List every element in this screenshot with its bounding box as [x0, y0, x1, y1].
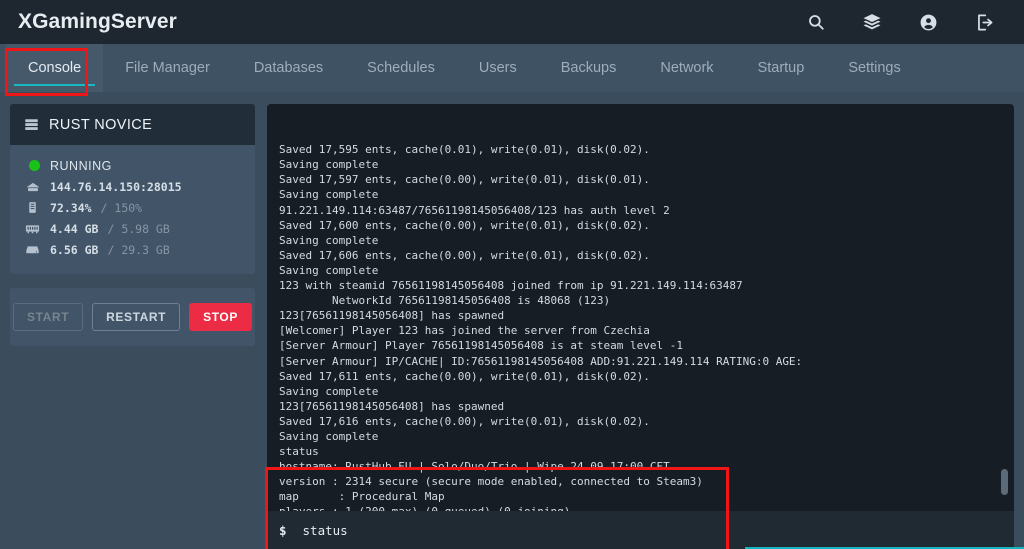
layers-icon[interactable]: [862, 12, 882, 32]
console-output[interactable]: Saved 17,595 ents, cache(0.01), write(0.…: [267, 104, 1014, 511]
tab-users-label: Users: [478, 60, 517, 76]
console-line: Saved 17,600 ents, cache(0.00), write(0.…: [279, 218, 650, 232]
server-status-label: RUNNING: [50, 158, 112, 173]
memory-usage-row: 4.44 GB / 5.98 GB: [24, 218, 241, 239]
server-sidebar: RUST NOVICE RUNNING 144.76.14.150:28015: [10, 104, 255, 549]
console-line: players : 1 (200 max) (0 queued) (0 join…: [279, 504, 1002, 511]
tab-databases-label: Databases: [253, 60, 324, 76]
console-line: Saved 17,606 ents, cache(0.00), write(0.…: [279, 248, 650, 262]
start-button[interactable]: START: [13, 303, 84, 331]
tab-schedules-label: Schedules: [367, 60, 435, 76]
app-header: XGamingServer: [0, 0, 1024, 44]
console-line: Saving complete: [279, 188, 379, 202]
cpu-usage-row: 72.34% / 150%: [24, 197, 241, 218]
tab-console[interactable]: Console: [6, 44, 104, 92]
disk-usage-limit: / 29.3 GB: [107, 242, 170, 257]
tab-schedules[interactable]: Schedules: [345, 44, 457, 92]
tab-startup-label: Startup: [757, 60, 805, 76]
tab-users[interactable]: Users: [457, 44, 539, 92]
search-icon[interactable]: [806, 12, 826, 32]
tab-backups[interactable]: Backups: [539, 44, 639, 92]
command-input[interactable]: [302, 522, 1002, 538]
console-scrollbar-thumb[interactable]: [1001, 469, 1008, 495]
tab-startup[interactable]: Startup: [736, 44, 827, 92]
memory-usage-value: 4.44 GB: [50, 221, 99, 236]
console-line: hostname: RustHub EU | Solo/Duo/Trio | W…: [279, 460, 670, 474]
tab-settings[interactable]: Settings: [826, 44, 922, 92]
tab-file-manager[interactable]: File Manager: [103, 44, 232, 92]
cpu-icon: [24, 201, 41, 214]
server-info-card: RUST NOVICE RUNNING 144.76.14.150:28015: [10, 104, 255, 274]
tab-backups-label: Backups: [560, 60, 617, 76]
console-line: Saving complete: [279, 263, 379, 277]
disk-usage-value: 6.56 GB: [50, 242, 99, 257]
console-line: Saved 17,597 ents, cache(0.00), write(0.…: [279, 173, 650, 187]
memory-icon: [24, 221, 41, 236]
console-line: 123[76561198145056408] has spawned: [279, 399, 505, 413]
cpu-usage-value: 72.34%: [50, 200, 92, 215]
tab-file-manager-label: File Manager: [125, 60, 210, 76]
console-line: map : Procedural Map: [279, 490, 445, 504]
console-line: Saving complete: [279, 429, 379, 443]
disk-usage-row: 6.56 GB / 29.3 GB: [24, 239, 241, 260]
tab-network[interactable]: Network: [638, 44, 735, 92]
console-line: NetworkId 76561198145056408 is 48068 (12…: [279, 294, 611, 308]
console-line: version : 2314 secure (secure mode enabl…: [279, 475, 703, 489]
account-icon[interactable]: [918, 12, 938, 32]
app-brand: XGamingServer: [18, 10, 177, 33]
memory-usage-limit: / 5.98 GB: [107, 221, 170, 236]
console-line: [Welcomer] Player 123 has joined the ser…: [279, 324, 650, 338]
console-line: Saved 17,616 ents, cache(0.00), write(0.…: [279, 414, 650, 428]
console-line: Saved 17,611 ents, cache(0.00), write(0.…: [279, 369, 650, 383]
restart-button[interactable]: RESTART: [92, 303, 181, 331]
power-controls-card: START RESTART STOP: [10, 288, 255, 346]
stop-button[interactable]: STOP: [189, 303, 252, 331]
console-line: Saved 17,595 ents, cache(0.01), write(0.…: [279, 143, 650, 157]
command-prompt-symbol: $: [279, 522, 287, 538]
server-card-header: RUST NOVICE: [10, 104, 255, 145]
console-line: 123 with steamid 76561198145056408 joine…: [279, 279, 743, 293]
server-address-value: 144.76.14.150:28015: [50, 179, 182, 194]
status-dot-icon: [24, 160, 41, 171]
console-line-list: Saved 17,595 ents, cache(0.01), write(0.…: [279, 142, 1002, 511]
console-line: status: [279, 445, 319, 459]
server-address-row: 144.76.14.150:28015: [24, 176, 241, 197]
console-line: 123[76561198145056408] has spawned: [279, 309, 505, 323]
tab-databases[interactable]: Databases: [232, 44, 345, 92]
cpu-usage-limit: / 150%: [100, 200, 143, 215]
logout-icon[interactable]: [974, 12, 994, 32]
network-icon: [24, 180, 41, 194]
console-line: Saving complete: [279, 233, 379, 247]
server-name-label: RUST NOVICE: [49, 116, 153, 133]
console-line: [Server Armour] IP/CACHE| ID:76561198145…: [279, 354, 803, 368]
page-content: RUST NOVICE RUNNING 144.76.14.150:28015: [0, 92, 1024, 549]
console-line: Saving complete: [279, 158, 379, 172]
header-icon-group: [806, 12, 1006, 32]
server-stack-icon: [24, 117, 39, 132]
main-navigation-tabs: Console File Manager Databases Schedules…: [0, 44, 1024, 96]
console-line: 91.221.149.114:63487/76561198145056408/1…: [279, 203, 670, 217]
console-line: Saving complete: [279, 384, 379, 398]
console-panel: Saved 17,595 ents, cache(0.01), write(0.…: [267, 104, 1014, 549]
console-line: [Server Armour] Player 76561198145056408…: [279, 339, 683, 353]
disk-icon: [24, 242, 41, 257]
tab-network-label: Network: [660, 60, 714, 76]
tab-console-label: Console: [28, 60, 82, 76]
server-stats-list: RUNNING 144.76.14.150:28015 72.34% / 150…: [10, 145, 255, 274]
command-input-row[interactable]: $: [267, 511, 1014, 549]
server-status-row: RUNNING: [24, 155, 241, 176]
tab-settings-label: Settings: [848, 60, 901, 76]
